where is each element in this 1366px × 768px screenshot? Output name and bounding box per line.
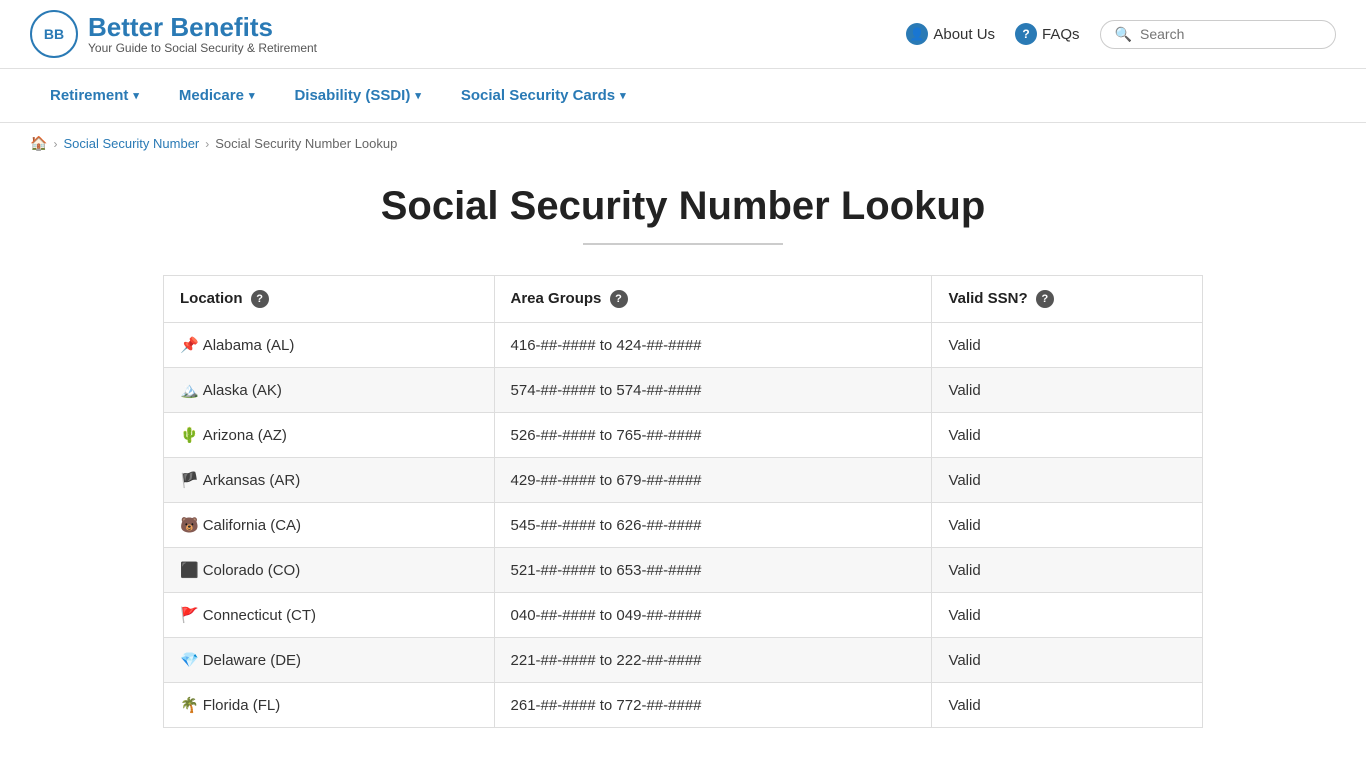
site-header: BB Better Benefits Your Guide to Social … (0, 0, 1366, 69)
table-cell-valid: Valid (932, 323, 1203, 368)
table-cell-location: 🏔️Alaska (AK) (164, 368, 495, 413)
table-row: 💎Delaware (DE)221-##-#### to 222-##-####… (164, 638, 1203, 683)
table-cell-valid: Valid (932, 593, 1203, 638)
ssn-lookup-table: Location ? Area Groups ? Valid SSN? ? 📌A… (163, 275, 1203, 728)
state-icon: 🏴 (180, 472, 199, 489)
nav-item-social-security-cards[interactable]: Social Security Cards ▾ (441, 69, 646, 122)
table-cell-valid: Valid (932, 458, 1203, 503)
table-row: 🏴Arkansas (AR)429-##-#### to 679-##-####… (164, 458, 1203, 503)
logo-text: Better Benefits Your Guide to Social Sec… (88, 13, 317, 56)
logo-subtitle: Your Guide to Social Security & Retireme… (88, 41, 317, 55)
logo-icon: BB (30, 10, 78, 58)
table-row: 🚩Connecticut (CT)040-##-#### to 049-##-#… (164, 593, 1203, 638)
logo-area: BB Better Benefits Your Guide to Social … (30, 10, 317, 58)
valid-ssn-help-icon[interactable]: ? (1036, 290, 1054, 308)
title-divider (583, 243, 783, 245)
table-cell-location: ⬛Colorado (CO) (164, 548, 495, 593)
col-header-area-groups: Area Groups ? (494, 276, 932, 323)
table-cell-location: 📌Alabama (AL) (164, 323, 495, 368)
table-cell-area-groups: 416-##-#### to 424-##-#### (494, 323, 932, 368)
state-icon: 🌵 (180, 427, 199, 444)
state-icon: 💎 (180, 652, 199, 669)
breadcrumb-separator: › (53, 137, 57, 151)
table-cell-area-groups: 574-##-#### to 574-##-#### (494, 368, 932, 413)
table-row: 🏔️Alaska (AK)574-##-#### to 574-##-####V… (164, 368, 1203, 413)
chevron-down-icon: ▾ (620, 89, 626, 102)
nav-item-disability[interactable]: Disability (SSDI) ▾ (274, 69, 440, 122)
table-row: 📌Alabama (AL)416-##-#### to 424-##-####V… (164, 323, 1203, 368)
table-cell-area-groups: 429-##-#### to 679-##-#### (494, 458, 932, 503)
table-row: 🌵Arizona (AZ)526-##-#### to 765-##-####V… (164, 413, 1203, 458)
state-icon: 🏔️ (180, 382, 199, 399)
table-cell-area-groups: 040-##-#### to 049-##-#### (494, 593, 932, 638)
table-cell-valid: Valid (932, 503, 1203, 548)
main-content: Social Security Number Lookup Location ?… (133, 164, 1233, 768)
nav-item-medicare[interactable]: Medicare ▾ (159, 69, 275, 122)
table-cell-area-groups: 526-##-#### to 765-##-#### (494, 413, 932, 458)
chevron-down-icon: ▾ (133, 89, 139, 102)
home-icon[interactable]: 🏠 (30, 135, 47, 152)
search-icon: 🔍 (1115, 26, 1132, 43)
state-icon: 📌 (180, 337, 199, 354)
nav-item-retirement[interactable]: Retirement ▾ (30, 69, 159, 122)
table-cell-valid: Valid (932, 548, 1203, 593)
table-row: 🐻California (CA)545-##-#### to 626-##-##… (164, 503, 1203, 548)
table-cell-location: 💎Delaware (DE) (164, 638, 495, 683)
faqs-link[interactable]: ? FAQs (1015, 23, 1080, 45)
chevron-down-icon: ▾ (415, 89, 421, 102)
col-header-valid-ssn: Valid SSN? ? (932, 276, 1203, 323)
table-cell-area-groups: 521-##-#### to 653-##-#### (494, 548, 932, 593)
table-cell-valid: Valid (932, 413, 1203, 458)
table-row: ⬛Colorado (CO)521-##-#### to 653-##-####… (164, 548, 1203, 593)
header-right: 👤 About Us ? FAQs 🔍 (906, 20, 1336, 49)
search-input[interactable] (1140, 26, 1321, 42)
location-help-icon[interactable]: ? (251, 290, 269, 308)
table-cell-valid: Valid (932, 683, 1203, 728)
breadcrumb-separator: › (205, 137, 209, 151)
state-icon: 🚩 (180, 607, 199, 624)
table-row: 🌴Florida (FL)261-##-#### to 772-##-####V… (164, 683, 1203, 728)
logo-title: Better Benefits (88, 13, 317, 42)
table-cell-location: 🐻California (CA) (164, 503, 495, 548)
table-cell-area-groups: 545-##-#### to 626-##-#### (494, 503, 932, 548)
page-title: Social Security Number Lookup (163, 184, 1203, 229)
table-cell-location: 🏴Arkansas (AR) (164, 458, 495, 503)
chevron-down-icon: ▾ (249, 89, 255, 102)
area-groups-help-icon[interactable]: ? (610, 290, 628, 308)
table-cell-location: 🚩Connecticut (CT) (164, 593, 495, 638)
breadcrumb: 🏠 › Social Security Number › Social Secu… (0, 123, 1366, 164)
table-cell-location: 🌴Florida (FL) (164, 683, 495, 728)
breadcrumb-ssn-link[interactable]: Social Security Number (63, 136, 199, 151)
table-cell-area-groups: 221-##-#### to 222-##-#### (494, 638, 932, 683)
state-icon: 🌴 (180, 697, 199, 714)
question-icon: ? (1015, 23, 1037, 45)
user-icon: 👤 (906, 23, 928, 45)
about-us-link[interactable]: 👤 About Us (906, 23, 995, 45)
breadcrumb-current: Social Security Number Lookup (215, 136, 397, 151)
state-icon: ⬛ (180, 562, 199, 579)
table-cell-valid: Valid (932, 638, 1203, 683)
col-header-location: Location ? (164, 276, 495, 323)
table-cell-location: 🌵Arizona (AZ) (164, 413, 495, 458)
main-nav: Retirement ▾ Medicare ▾ Disability (SSDI… (0, 69, 1366, 123)
table-cell-area-groups: 261-##-#### to 772-##-#### (494, 683, 932, 728)
search-box[interactable]: 🔍 (1100, 20, 1336, 49)
state-icon: 🐻 (180, 517, 199, 534)
table-header-row: Location ? Area Groups ? Valid SSN? ? (164, 276, 1203, 323)
table-cell-valid: Valid (932, 368, 1203, 413)
